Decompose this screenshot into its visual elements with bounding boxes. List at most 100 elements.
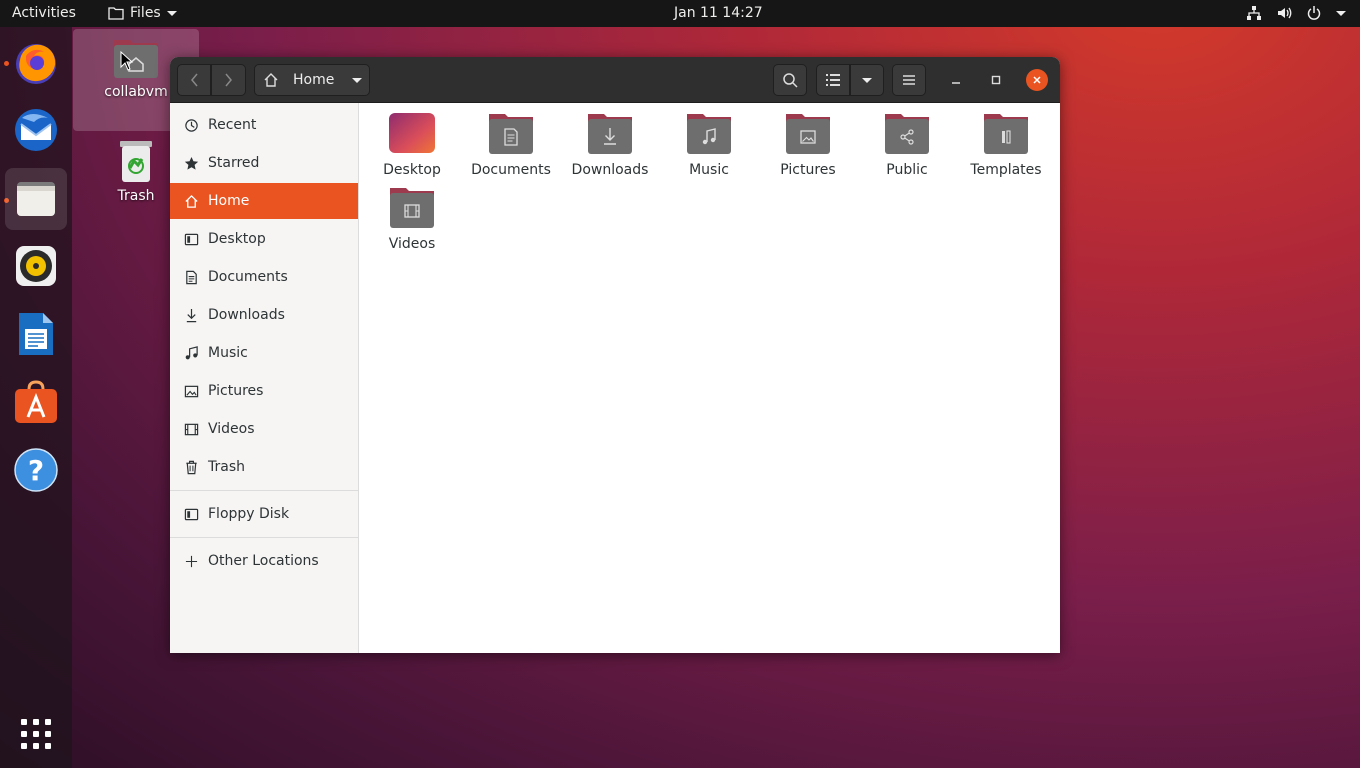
file-item-public[interactable]: Public: [860, 112, 954, 178]
clock[interactable]: Jan 11 14:27: [674, 5, 763, 21]
file-item-downloads[interactable]: Downloads: [563, 112, 657, 178]
downloads-folder-icon: [586, 112, 634, 156]
chevron-left-icon: [191, 73, 198, 87]
folder-icon: [108, 7, 124, 20]
sidebar-item-other-locations[interactable]: Other Locations: [170, 543, 358, 579]
help-launcher[interactable]: ?: [10, 444, 62, 496]
clock-icon: [183, 117, 199, 133]
sidebar-item-label: Pictures: [208, 383, 264, 399]
music-icon: [183, 345, 199, 361]
menu-button[interactable]: [892, 64, 926, 96]
document-icon: [183, 269, 199, 285]
close-button[interactable]: [1026, 69, 1048, 91]
file-item-pictures[interactable]: Pictures: [761, 112, 855, 178]
chevron-down-icon: [1336, 10, 1346, 16]
mouse-cursor-icon: [120, 51, 134, 71]
sidebar-item-downloads[interactable]: Downloads: [170, 297, 358, 333]
sidebar-item-label: Music: [208, 345, 248, 361]
sidebar-item-label: Home: [208, 193, 250, 209]
file-view[interactable]: Desktop Documents Downloads Music Pictur…: [359, 103, 1060, 653]
path-bar-home[interactable]: Home: [254, 64, 370, 96]
file-item-templates[interactable]: Templates: [959, 112, 1053, 178]
sidebar-separator: [170, 490, 358, 491]
files-launcher[interactable]: [5, 168, 67, 230]
view-options-button[interactable]: [850, 64, 884, 96]
maximize-icon: [991, 75, 1001, 85]
file-label: Public: [886, 162, 928, 178]
plus-icon: [183, 553, 199, 569]
star-icon: [183, 155, 199, 171]
maximize-button[interactable]: [982, 64, 1010, 96]
chevron-down-icon: [166, 10, 177, 16]
videos-folder-icon: [388, 186, 436, 230]
sidebar-item-desktop[interactable]: Desktop: [170, 221, 358, 257]
view-list-button[interactable]: [816, 64, 850, 96]
sidebar-item-music[interactable]: Music: [170, 335, 358, 371]
top-bar: Activities Files Jan 11 14:27: [0, 0, 1360, 27]
trash-icon: [183, 459, 199, 475]
svg-text:?: ?: [28, 454, 44, 487]
rhythmbox-launcher[interactable]: [10, 240, 62, 292]
minimize-button[interactable]: [942, 64, 970, 96]
chevron-down-icon: [352, 77, 363, 83]
network-icon: [1247, 6, 1261, 20]
file-item-documents[interactable]: Documents: [464, 112, 558, 178]
file-item-videos[interactable]: Videos: [365, 186, 459, 252]
close-icon: [1033, 76, 1041, 84]
sidebar-item-pictures[interactable]: Pictures: [170, 373, 358, 409]
list-view-icon: [826, 74, 840, 86]
header-bar: Home: [170, 57, 1060, 103]
sidebar-item-documents[interactable]: Documents: [170, 259, 358, 295]
back-button[interactable]: [177, 64, 211, 96]
sidebar-item-floppy-disk[interactable]: Floppy Disk: [170, 496, 358, 532]
file-label: Documents: [471, 162, 551, 178]
sidebar-item-label: Floppy Disk: [208, 506, 290, 522]
path-label: Home: [293, 72, 335, 88]
activities-button[interactable]: Activities: [12, 5, 76, 21]
sidebar-item-label: Recent: [208, 117, 257, 133]
sidebar-item-label: Documents: [208, 269, 288, 285]
file-label: Pictures: [780, 162, 836, 178]
forward-button[interactable]: [211, 64, 246, 96]
sidebar-item-home[interactable]: Home: [170, 183, 358, 219]
file-label: Music: [689, 162, 729, 178]
file-item-desktop[interactable]: Desktop: [365, 112, 459, 178]
sidebar: Recent Starred Home Desktop Documents Do…: [170, 103, 359, 653]
chevron-down-icon: [862, 77, 872, 83]
sidebar-item-trash[interactable]: Trash: [170, 449, 358, 485]
file-label: Desktop: [383, 162, 441, 178]
file-label: Downloads: [571, 162, 649, 178]
writer-launcher[interactable]: [10, 308, 62, 360]
software-launcher[interactable]: [10, 376, 62, 428]
sidebar-item-label: Desktop: [208, 231, 266, 247]
sidebar-item-starred[interactable]: Starred: [170, 145, 358, 181]
file-label: Videos: [388, 236, 436, 252]
home-icon: [264, 73, 278, 87]
volume-icon: [1278, 7, 1292, 19]
sidebar-item-label: Downloads: [208, 307, 285, 323]
sidebar-item-label: Trash: [208, 459, 245, 475]
search-icon: [783, 73, 798, 88]
floppy-icon: [183, 506, 199, 522]
power-icon: [1307, 6, 1321, 20]
app-menu-label: Files: [130, 5, 161, 21]
documents-folder-icon: [487, 112, 535, 156]
dock: ?: [0, 27, 72, 768]
firefox-launcher[interactable]: [10, 36, 62, 88]
thunderbird-icon: [15, 109, 57, 151]
rhythmbox-icon: [16, 246, 56, 286]
file-item-music[interactable]: Music: [662, 112, 756, 178]
chevron-right-icon: [224, 73, 232, 87]
system-tray[interactable]: [1246, 5, 1346, 21]
public-folder-icon: [883, 112, 931, 156]
picture-icon: [183, 383, 199, 399]
templates-folder-icon: [982, 112, 1030, 156]
thunderbird-launcher[interactable]: [10, 104, 62, 156]
show-applications-button[interactable]: [10, 708, 62, 760]
app-menu-button[interactable]: Files: [108, 5, 177, 21]
files-window: Home Recent Starred Home Desktop Documen…: [170, 57, 1060, 653]
search-button[interactable]: [773, 64, 807, 96]
sidebar-item-videos[interactable]: Videos: [170, 411, 358, 447]
sidebar-item-recent[interactable]: Recent: [170, 107, 358, 143]
home-icon: [183, 193, 199, 209]
